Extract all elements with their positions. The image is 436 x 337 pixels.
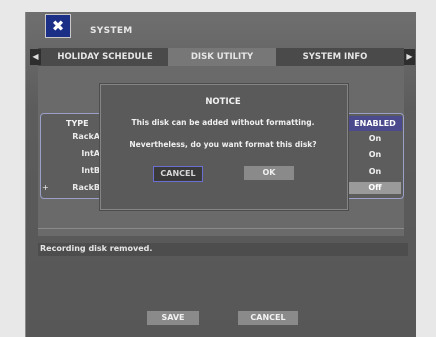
tab-system-info[interactable]: SYSTEM INFO [280,48,390,66]
tab-scroll-left-icon[interactable]: ◀ [30,49,41,65]
tab-holiday-schedule[interactable]: HOLIDAY SCHEDULE [45,48,165,66]
enabled-cell-selected[interactable]: Off [349,182,401,194]
tools-icon: ✖ [45,14,71,38]
cancel-button[interactable]: CANCEL [238,311,298,325]
divider [38,228,404,229]
dialog-message-line-2: Nevertheless, do you want format this di… [129,140,317,149]
table-row[interactable]: RackA [48,132,100,141]
status-message: Recording disk removed. [40,244,153,253]
enabled-column-header: ENABLED [348,116,402,131]
dialog-cancel-button[interactable]: CANCEL [153,166,203,182]
type-column-header: TYPE [66,119,89,128]
dialog-title: NOTICE [205,97,241,107]
dialog-message-line-1: This disk can be added without formattin… [131,118,315,127]
tab-disk-utility[interactable]: DISK UTILITY [168,48,276,66]
table-row[interactable]: IntA [48,149,100,158]
table-row[interactable]: RackB [48,183,100,192]
dialog-ok-button[interactable]: OK [244,166,294,180]
enabled-cell[interactable]: On [349,133,401,145]
enabled-cell[interactable]: On [349,166,401,178]
tab-scroll-right-icon[interactable]: ▶ [404,49,415,65]
enabled-cell[interactable]: On [349,149,401,161]
page-title: SYSTEM [90,26,133,36]
table-row[interactable]: IntB [48,166,100,175]
save-button[interactable]: SAVE [147,311,199,325]
